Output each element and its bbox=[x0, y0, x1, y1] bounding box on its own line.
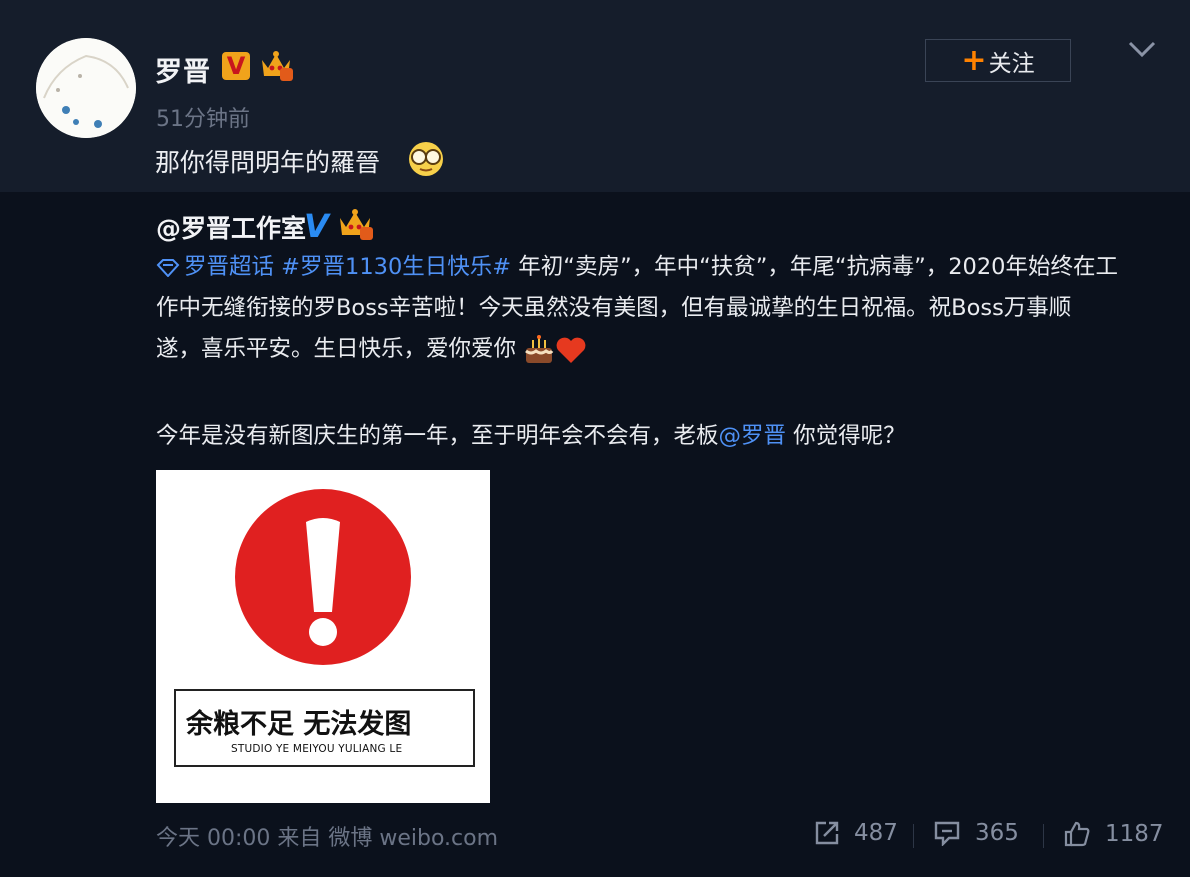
like-button[interactable]: 1187 bbox=[1063, 820, 1164, 848]
post-text: 那你得問明年的羅晉 bbox=[155, 148, 381, 177]
repost-text-2: 作中无缝衔接的罗Boss辛苦啦！今天虽然没有美图，但有最诚挚的生日祝福。祝Bos… bbox=[156, 295, 1072, 321]
follow-button[interactable]: + 关注 bbox=[925, 39, 1071, 82]
repost-author[interactable]: @罗晋工作室 bbox=[156, 209, 306, 245]
poster-subtitle: STUDIO YE MEIYOU YULIANG LE bbox=[231, 743, 403, 755]
divider bbox=[1043, 824, 1044, 848]
repost-text-3: 遂，喜乐平安。生日快乐，爱你爱你 bbox=[156, 336, 517, 362]
repost-text-line: 罗晋超话 #罗晋1130生日快乐# 年初“卖房”，年中“扶贫”，年尾“抗病毒”，… bbox=[156, 247, 1146, 288]
divider bbox=[913, 824, 914, 848]
post-image[interactable]: 余粮不足 无法发图 STUDIO YE MEIYOU YULIANG LE bbox=[156, 470, 490, 803]
share-icon bbox=[815, 821, 839, 845]
comment-button[interactable]: 365 bbox=[933, 820, 1019, 846]
follow-label: 关注 bbox=[988, 50, 1035, 77]
heart-emoji-icon bbox=[556, 337, 586, 363]
hashtag-link[interactable]: #罗晋1130生日快乐# bbox=[281, 254, 511, 280]
crown-vip-icon bbox=[340, 209, 373, 240]
super-topic-icon bbox=[156, 258, 180, 277]
poster-title: 余粮不足 无法发图 bbox=[186, 709, 412, 740]
repost-text-4a: 今年是没有新图庆生的第一年，至于明年会不会有，老板 bbox=[156, 423, 719, 449]
glasses-emoji-icon bbox=[409, 142, 443, 176]
alert-icon bbox=[235, 489, 411, 665]
avatar[interactable] bbox=[36, 38, 136, 138]
share-count: 487 bbox=[854, 820, 898, 846]
mention-link[interactable]: @罗晋 bbox=[719, 423, 787, 449]
verified-badge: V bbox=[222, 52, 250, 80]
like-icon bbox=[1064, 821, 1090, 847]
original-post: 罗晋 V 51分钟前 那你得問明年的羅晉 + 关注 bbox=[0, 0, 1190, 192]
post-time[interactable]: 51分钟前 bbox=[156, 101, 250, 133]
repost-text-line: 遂，喜乐平安。生日快乐，爱你爱你 bbox=[156, 329, 1146, 370]
verified-badge-blue: V bbox=[304, 207, 329, 245]
chevron-down-icon[interactable] bbox=[1128, 40, 1156, 58]
share-button[interactable]: 487 bbox=[814, 820, 898, 846]
crown-vip-icon bbox=[262, 51, 293, 81]
author-name[interactable]: 罗晋 bbox=[155, 50, 211, 89]
repost-text-1: 年初“卖房”，年中“扶贫”，年尾“抗病毒”，2020年始终在工 bbox=[511, 254, 1118, 280]
comment-count: 365 bbox=[975, 820, 1019, 846]
plus-icon: + bbox=[961, 42, 987, 78]
like-count: 1187 bbox=[1105, 821, 1164, 847]
super-topic-link[interactable]: 罗晋超话 bbox=[184, 254, 274, 280]
repost-text-4b: 你觉得呢？ bbox=[786, 423, 906, 449]
repost-text-line: 今年是没有新图庆生的第一年，至于明年会不会有，老板@罗晋 你觉得呢？ bbox=[156, 416, 1146, 457]
post-source[interactable]: 今天 00:00 来自 微博 weibo.com bbox=[156, 820, 498, 852]
comment-icon bbox=[934, 821, 960, 846]
cake-emoji-icon bbox=[525, 334, 554, 363]
